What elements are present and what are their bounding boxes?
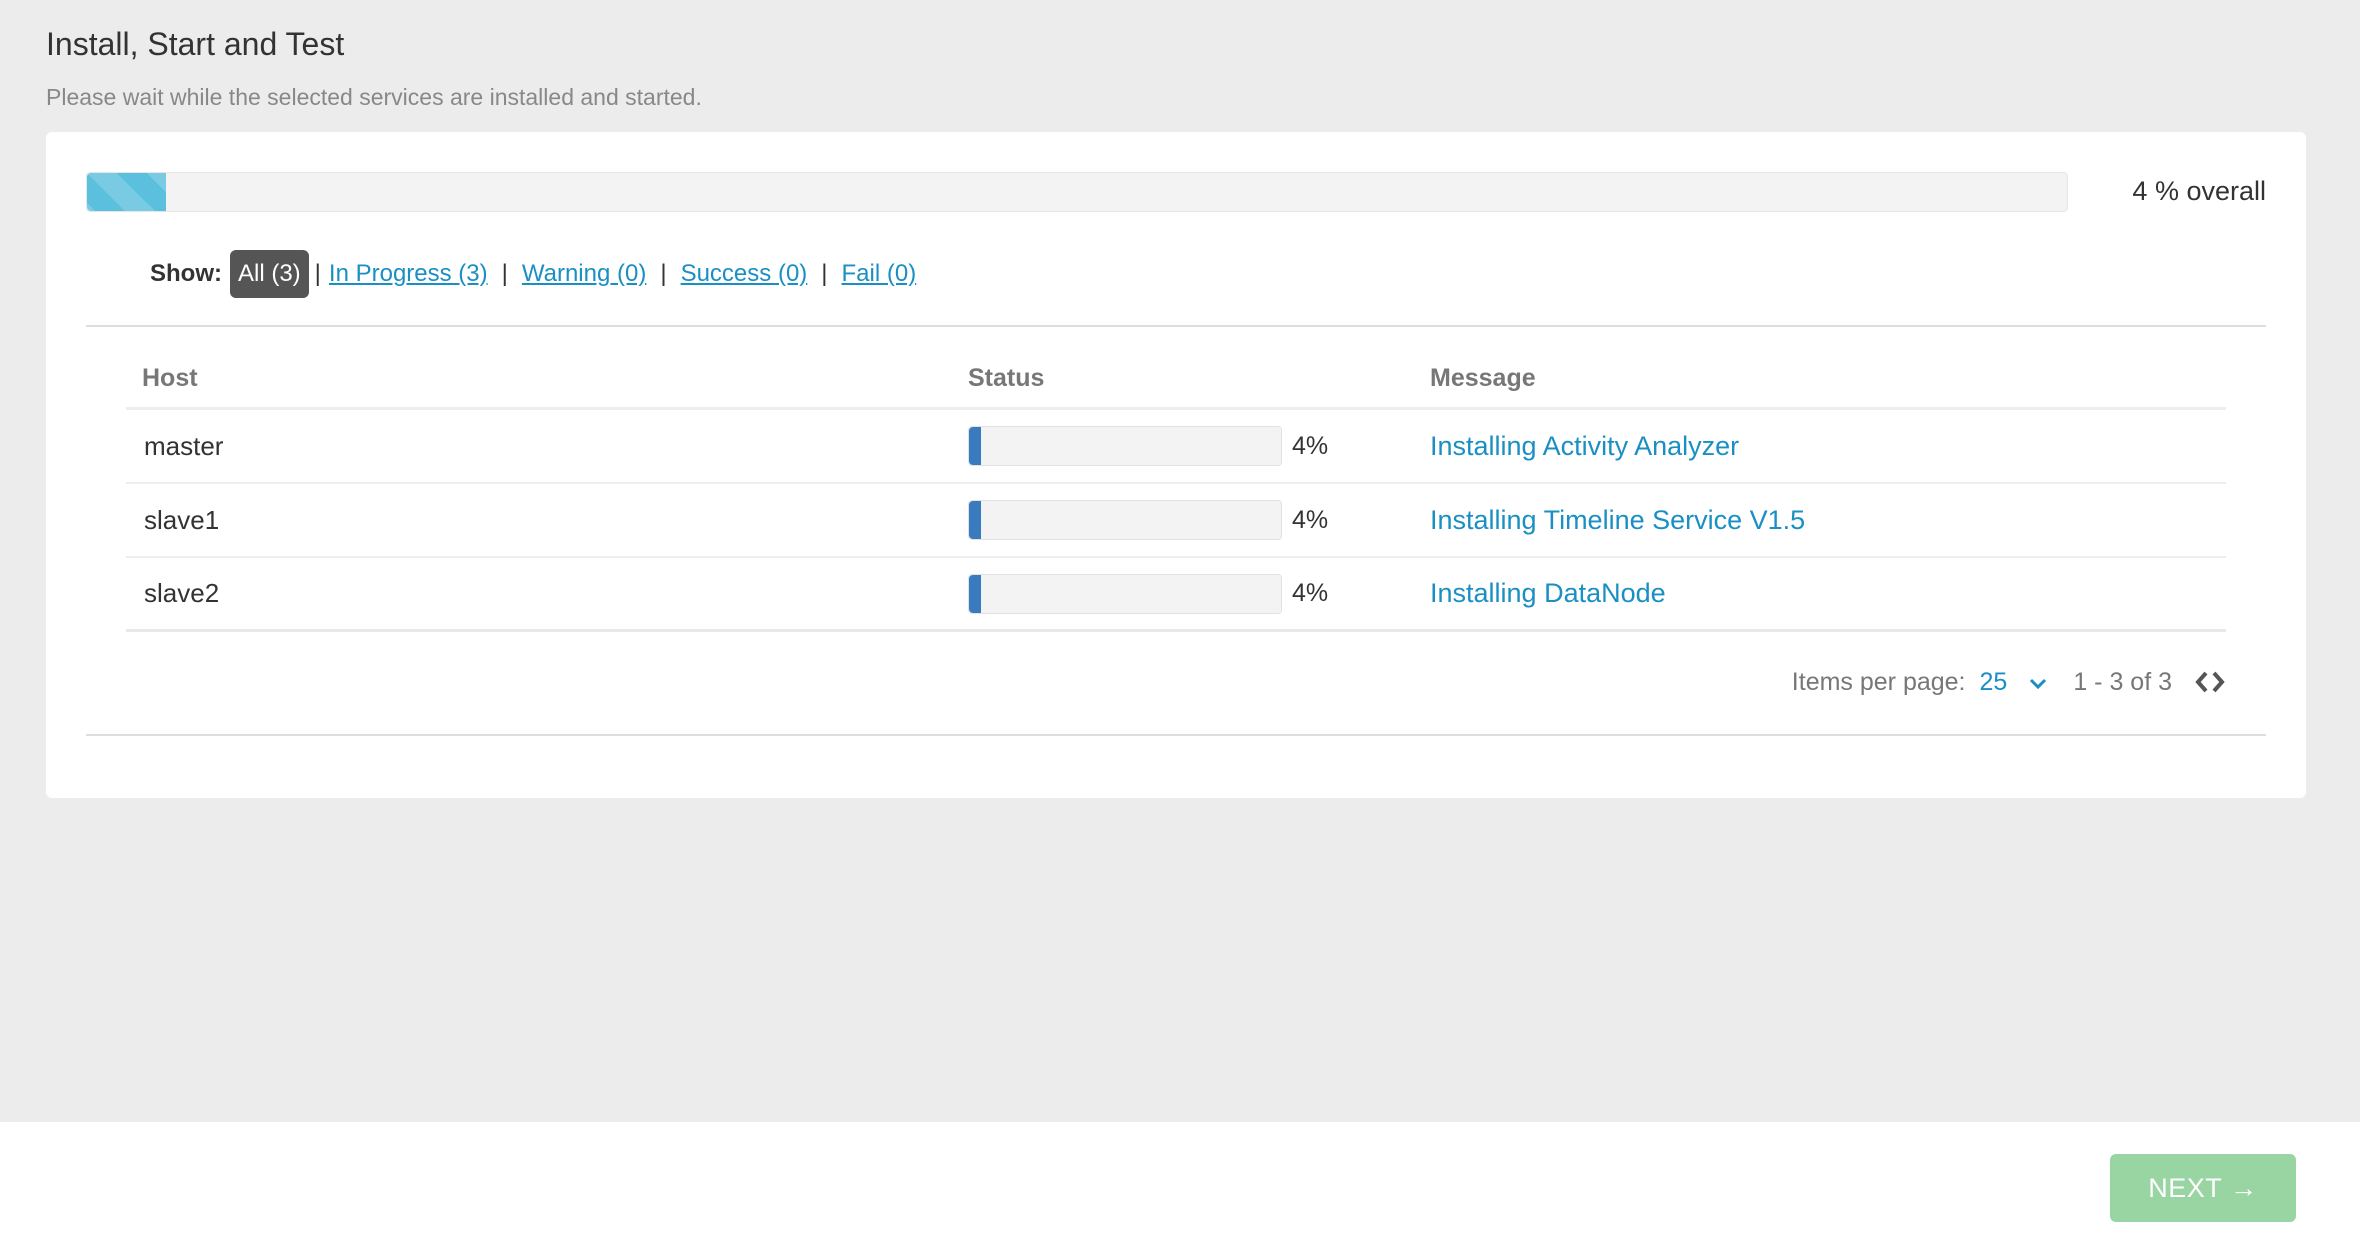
column-header-host: Host [142,364,198,392]
install-panel: 4 % overall Show: All (3) | In Progress … [46,132,2306,798]
hosts-table: Host Status Message master 4% Installing… [126,350,2226,632]
overall-progress-label: 4 % overall [2132,176,2266,206]
host-progress-percent: 4% [1292,505,1329,534]
overall-progress-fill [87,173,167,211]
host-message-link[interactable]: Installing Timeline Service V1.5 [1430,505,2226,536]
host-progress-fill [969,501,982,539]
page-subtitle: Please wait while the selected services … [46,84,702,110]
chevron-left-icon[interactable] [2194,670,2210,694]
table-row: master 4% Installing Activity Analyzer [126,410,2226,484]
table-header: Host Status Message [126,350,2226,410]
filter-label: Show: [150,260,222,287]
host-name: slave2 [144,578,220,608]
pagination: Items per page: 25 1 - 3 of 3 [1792,662,2226,702]
filter-success[interactable]: Success (0) [681,260,808,288]
host-progress-fill [969,427,982,465]
chevron-right-icon[interactable] [2210,670,2226,694]
host-progress-bar [968,426,1282,466]
page-title: Install, Start and Test [46,26,345,62]
chevron-down-icon [2029,668,2047,697]
filter-separator: | [821,260,828,287]
page-nav [2194,670,2226,694]
table-row: slave2 4% Installing DataNode [126,558,2226,632]
filter-separator: | [314,260,321,287]
overall-progress-bar [86,172,2068,212]
items-per-page-value: 25 [1979,667,2008,696]
footer-bar: NEXT → [0,1122,2360,1236]
items-per-page-select[interactable]: 25 [1980,668,2048,697]
filter-in-progress[interactable]: In Progress (3) [329,260,488,288]
page-range: 1 - 3 of 3 [2073,667,2172,696]
column-header-message: Message [1430,364,1536,392]
host-message-link[interactable]: Installing Activity Analyzer [1430,431,2226,462]
next-button-label: NEXT [2148,1172,2223,1203]
host-progress-bar [968,573,1282,614]
host-progress-percent: 4% [1292,431,1329,460]
table-row: slave1 4% Installing Timeline Service V1… [126,484,2226,558]
host-progress-percent: 4% [1292,579,1329,607]
filter-all[interactable]: All (3) [230,250,309,298]
host-name: master [144,430,224,461]
divider [86,325,2266,327]
column-header-status: Status [968,364,1045,392]
host-progress-fill [969,574,982,613]
filter-fail[interactable]: Fail (0) [842,260,917,288]
filter-separator: | [660,260,667,287]
host-name: slave1 [144,504,220,535]
host-message-link[interactable]: Installing DataNode [1430,578,2226,609]
host-progress-bar [968,500,1282,540]
status-cell: 4% [968,426,1430,466]
arrow-right-icon: → [2230,1172,2258,1203]
filter-warning[interactable]: Warning (0) [522,260,646,288]
items-per-page-label: Items per page: [1791,667,1966,696]
status-cell: 4% [968,573,1430,614]
divider [86,734,2266,736]
filter-separator: | [501,260,508,287]
next-button[interactable]: NEXT → [2110,1154,2296,1222]
status-cell: 4% [968,500,1430,540]
filter-bar: Show: All (3) | In Progress (3) | Warnin… [150,248,916,300]
